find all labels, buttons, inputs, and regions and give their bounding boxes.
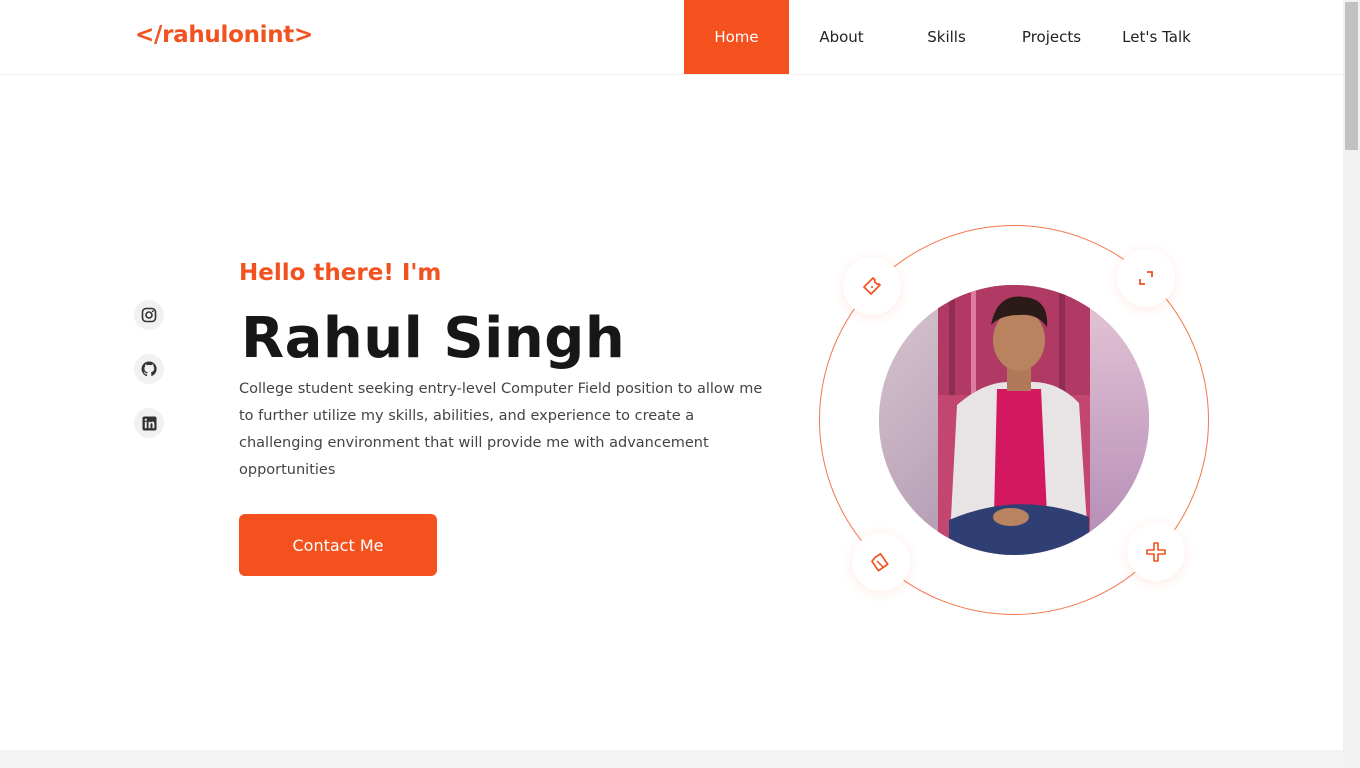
github-icon	[141, 361, 157, 377]
hero-greeting: Hello there! I'm	[239, 260, 442, 286]
nav-lets-talk[interactable]: Let's Talk	[1104, 0, 1209, 74]
github-link[interactable]	[134, 354, 164, 384]
hero-name: Rahul Singh	[241, 306, 626, 371]
instagram-link[interactable]	[134, 300, 164, 330]
ticket-icon	[863, 277, 881, 295]
contact-me-button[interactable]: Contact Me	[239, 514, 437, 576]
hero-description: College student seeking entry-level Comp…	[239, 381, 763, 478]
crosshair-icon	[1146, 542, 1166, 562]
linkedin-link[interactable]	[134, 408, 164, 438]
site-header: </rahulonint> Home About Skills Projects…	[0, 0, 1343, 75]
expand-icon	[1139, 271, 1153, 285]
site-logo[interactable]: </rahulonint>	[135, 22, 313, 48]
scrollbar-thumb[interactable]	[1345, 2, 1358, 150]
main-nav: Home About Skills Projects Let's Talk	[684, 0, 1209, 74]
crosshair-icon-badge	[1127, 523, 1185, 581]
expand-icon-badge	[1117, 249, 1175, 307]
next-section-edge	[0, 750, 1343, 768]
page-scrollbar[interactable]	[1343, 0, 1360, 768]
ticket-icon-badge	[843, 257, 901, 315]
nav-home[interactable]: Home	[684, 0, 789, 74]
nav-about[interactable]: About	[789, 0, 894, 74]
nav-skills[interactable]: Skills	[894, 0, 999, 74]
ruler-icon-badge	[852, 533, 910, 591]
instagram-icon	[141, 307, 157, 323]
ruler-icon	[871, 552, 889, 572]
profile-photo	[879, 285, 1149, 555]
linkedin-icon	[141, 415, 157, 431]
nav-projects[interactable]: Projects	[999, 0, 1104, 74]
